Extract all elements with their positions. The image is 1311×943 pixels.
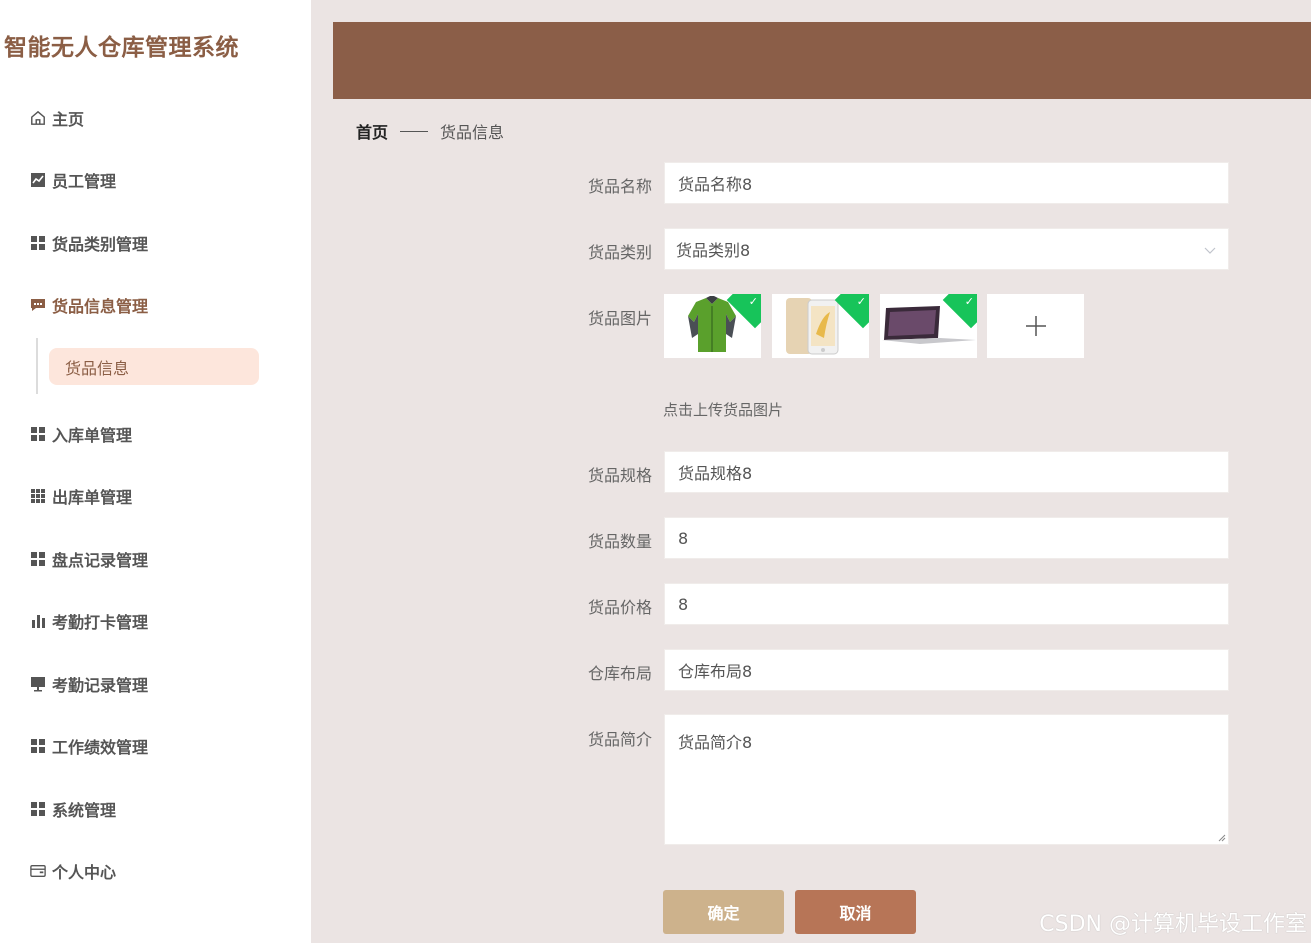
- sidebar-item-label: 盘点记录管理: [52, 551, 149, 570]
- grid9-icon: [30, 488, 46, 504]
- sidebar-item-outbound[interactable]: 出库单管理: [30, 485, 132, 507]
- sidebar-item-system[interactable]: 系统管理: [30, 798, 116, 820]
- name-field[interactable]: 货品名称8: [664, 162, 1229, 204]
- submenu-line: [36, 338, 38, 394]
- grid-icon: [30, 235, 46, 251]
- sidebar-item-label: 系统管理: [52, 801, 117, 820]
- quantity-label: 货品数量: [587, 532, 652, 551]
- check-icon: ✓: [856, 295, 866, 308]
- grid-icon: [30, 801, 46, 817]
- price-field[interactable]: 8: [664, 583, 1229, 625]
- chart-icon: [30, 172, 46, 188]
- price-label: 货品价格: [587, 598, 652, 617]
- sidebar-item-performance[interactable]: 工作绩效管理: [30, 735, 148, 757]
- image-thumb-phone[interactable]: ✓: [772, 294, 869, 358]
- check-icon: ✓: [748, 295, 758, 308]
- image-thumb-jacket[interactable]: ✓: [664, 294, 761, 358]
- image-label: 货品图片: [587, 309, 652, 328]
- spec-field[interactable]: 货品规格8: [664, 451, 1229, 493]
- sidebar-item-label: 考勤记录管理: [52, 676, 149, 695]
- layout-field[interactable]: 仓库布局8: [664, 649, 1229, 691]
- sidebar-item-label: 货品类别管理: [52, 235, 149, 254]
- sidebar-item-attendance-record[interactable]: 考勤记录管理: [30, 673, 148, 695]
- layout-value: 仓库布局8: [678, 662, 753, 681]
- sidebar-item-home[interactable]: 主页: [30, 107, 84, 129]
- category-label: 货品类别: [587, 243, 652, 262]
- intro-label: 货品简介: [587, 730, 652, 749]
- sidebar-item-label: 员工管理: [52, 172, 117, 191]
- layout-label: 仓库布局: [587, 664, 652, 683]
- sidebar-item-inbound[interactable]: 入库单管理: [30, 423, 132, 445]
- name-value: 货品名称8: [678, 175, 753, 194]
- submenu-item-goods-info[interactable]: 货品信息: [49, 348, 259, 385]
- spec-label: 货品规格: [587, 466, 652, 485]
- resize-handle-icon[interactable]: [1218, 834, 1226, 842]
- image-thumb-laptop[interactable]: ✓: [880, 294, 977, 358]
- intro-value: 货品简介8: [678, 733, 753, 752]
- category-select[interactable]: 货品类别8: [664, 228, 1229, 270]
- sidebar-item-inventory[interactable]: 盘点记录管理: [30, 548, 148, 570]
- bar-chart-icon: [30, 613, 46, 629]
- app-title: 智能无人仓库管理系统: [4, 35, 239, 61]
- main-content: 首页 货品信息 货品名称 货品名称8 货品类别 货品类别8 货品图片 ✓ ✓ ✓…: [311, 0, 1311, 943]
- sidebar: 智能无人仓库管理系统 主页 员工管理 货品类别管理 货品信息管理 货品信息 入库…: [0, 0, 311, 943]
- confirm-button[interactable]: 确定: [663, 890, 784, 934]
- submenu-item-label: 货品信息: [65, 358, 130, 378]
- grid-icon: [30, 738, 46, 754]
- price-value: 8: [678, 594, 689, 614]
- monitor-icon: [30, 676, 46, 692]
- chat-icon: [30, 297, 46, 313]
- quantity-field[interactable]: 8: [664, 517, 1229, 559]
- top-banner: [333, 22, 1311, 99]
- sidebar-item-label: 个人中心: [52, 863, 117, 882]
- breadcrumb: 首页 货品信息: [356, 120, 504, 142]
- cancel-button[interactable]: 取消: [795, 890, 916, 934]
- sidebar-item-goods-info[interactable]: 货品信息管理: [30, 294, 148, 316]
- upload-button[interactable]: [987, 294, 1084, 358]
- sidebar-item-label: 出库单管理: [52, 488, 133, 507]
- watermark: CSDN @计算机毕设工作室: [1039, 912, 1307, 937]
- sidebar-item-attendance-punch[interactable]: 考勤打卡管理: [30, 610, 148, 632]
- sidebar-item-employee[interactable]: 员工管理: [30, 169, 116, 191]
- sidebar-item-category[interactable]: 货品类别管理: [30, 232, 148, 254]
- breadcrumb-home[interactable]: 首页: [356, 119, 388, 143]
- sidebar-item-label: 入库单管理: [52, 426, 133, 445]
- sidebar-item-profile[interactable]: 个人中心: [30, 860, 116, 882]
- sidebar-item-label: 工作绩效管理: [52, 738, 149, 757]
- chevron-down-icon: [1204, 240, 1216, 259]
- breadcrumb-current: 货品信息: [440, 123, 505, 142]
- intro-textarea[interactable]: 货品简介8: [664, 714, 1229, 845]
- wallet-icon: [30, 863, 46, 879]
- breadcrumb-separator: [400, 130, 429, 132]
- plus-icon: [1025, 316, 1046, 336]
- quantity-value: 8: [678, 528, 689, 548]
- name-label: 货品名称: [587, 177, 652, 196]
- spec-value: 货品规格8: [678, 464, 753, 483]
- check-icon: ✓: [964, 295, 974, 308]
- home-icon: [30, 110, 46, 126]
- grid-icon: [30, 426, 46, 442]
- category-value: 货品类别8: [676, 241, 751, 260]
- sidebar-item-label: 货品信息管理: [52, 297, 149, 316]
- upload-hint: 点击上传货品图片: [663, 401, 784, 419]
- sidebar-item-label: 考勤打卡管理: [52, 613, 149, 632]
- sidebar-item-label: 主页: [52, 110, 85, 129]
- grid-icon: [30, 551, 46, 567]
